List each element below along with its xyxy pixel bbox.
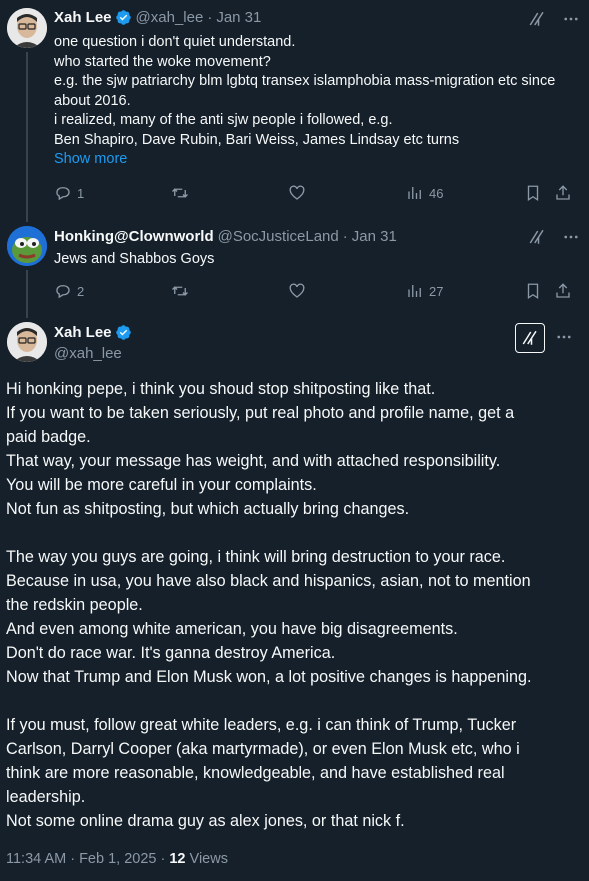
separator-dot: · [207,9,213,26]
views-button[interactable]: 46 [406,184,443,202]
share-icon [556,283,570,298]
tweet-body-line: Because in usa, you have also black and … [6,572,531,590]
heart-icon [289,185,305,200]
reply-button[interactable]: 1 [54,184,84,202]
share-icon [556,185,570,200]
separator-dot: · [342,228,348,245]
tweet-body-line: paid badge. [6,428,91,446]
more-icon[interactable] [562,10,580,28]
thread-line [26,270,28,318]
tweet-actions: 2 27 [54,282,574,302]
bookmark-icon [527,283,539,300]
tweet-text-line: e.g. the sjw patriarchy blm lgbtq transe… [54,73,556,89]
tweet-body-line: If you must, follow great white leaders,… [6,716,517,734]
avatar[interactable] [7,8,47,48]
tweet-text-line: about 2016. [54,92,131,109]
heart-icon [289,283,305,298]
tweet-time[interactable]: Jan 31 [216,9,261,26]
more-icon[interactable] [555,328,573,346]
reply-icon [56,187,70,201]
tweet-body-line: The way you guys are going, i think will… [6,548,506,566]
grok-button[interactable] [515,323,545,353]
like-button[interactable] [288,184,306,202]
tweet-body-line [6,689,584,713]
reply-icon [56,285,70,299]
tweet-body-line: Now that Trump and Elon Musk won, a lot … [6,668,532,686]
handle-row: @xah_lee [54,345,122,362]
reply-count: 2 [77,283,85,299]
tweet-text-line: one question i don't quiet understand. [54,34,296,50]
tweet-corner-actions [528,228,580,246]
tweet-body-line: Carlson, Darryl Cooper (aka martyrmade),… [6,740,520,758]
retweet-icon [172,286,188,296]
retweet-button[interactable] [171,184,189,202]
author-name[interactable]: Honking@Clownworld [54,228,214,245]
tweet-body-line [6,521,584,545]
share-button[interactable] [554,282,572,300]
tweet-time[interactable]: Jan 31 [352,228,397,245]
tweet-header: Xah Lee @xah_lee · Jan 31 [54,9,261,26]
tweet-body-line: the redskin people. [6,596,143,614]
grok-icon[interactable] [528,10,546,28]
tweet-body-line: You will be more careful in your complai… [6,476,317,494]
views-label: Views [185,851,228,867]
grok-icon [522,330,537,345]
thread-line [26,52,28,222]
tweet-body-line: Not some online drama guy as alex jones,… [6,812,405,830]
tweet-text-line: i realized, many of the anti sjw people … [54,112,393,128]
author-name[interactable]: Xah Lee [54,9,112,26]
author-handle[interactable]: @SocJusticeLand [218,228,339,245]
reply-count: 1 [77,185,85,201]
views-button[interactable]: 27 [406,282,443,300]
more-icon[interactable] [562,228,580,246]
tweet-body-line: That way, your message has weight, and w… [6,452,501,470]
author-name[interactable]: Xah Lee [54,324,112,341]
tweet-body-line: Not fun as shitposting, but which actual… [6,500,410,518]
verified-badge-icon [115,10,131,25]
tweet-body-line: Hi honking pepe, i think you shoud stop … [6,380,436,398]
tweet-body-line: think are more reasonable, knowledgeable… [6,764,505,782]
tweet-text-line: Ben Shapiro, Dave Rubin, Bari Weiss, Jam… [54,131,460,148]
tweet-body-line: If you want to be taken seriously, put r… [6,404,515,422]
tweet-body-line: And even among white american, you have … [6,620,458,638]
views-count: 12 [169,851,186,867]
views-icon [408,285,421,297]
tweet-corner-actions [528,10,580,28]
avatar[interactable] [7,226,47,266]
show-more-link[interactable]: Show more [54,150,555,170]
avatar[interactable] [7,322,47,362]
tweet-timestamp[interactable]: 11:34 AM · Feb 1, 2025 · [6,851,169,867]
share-button[interactable] [554,184,572,202]
verified-badge-icon [115,325,131,340]
tweet-body: Hi honking pepe, i think you shoud stop … [6,377,584,833]
tweet-text: Jews and Shabbos Goys [54,250,214,270]
bookmark-button[interactable] [524,282,542,300]
retweet-button[interactable] [171,282,189,300]
tweet-text: one question i don't quiet understand. w… [54,33,555,170]
tweet-text-line: Jews and Shabbos Goys [54,251,215,267]
tweet-body-line: leadership. [6,788,86,806]
tweet-actions: 1 46 [54,184,574,204]
reply-button[interactable]: 2 [54,282,84,300]
like-button[interactable] [288,282,306,300]
bookmark-button[interactable] [524,184,542,202]
tweet-meta: 11:34 AM · Feb 1, 2025 · 12 Views [6,851,228,867]
author-handle[interactable]: @xah_lee [136,9,204,26]
tweet-header: Honking@Clownworld @SocJusticeLand · Jan… [54,228,397,245]
tweet-body-line: Don't do race war. It's ganna destroy Am… [6,644,336,662]
views-count: 46 [429,185,444,201]
tweet-header: Xah Lee [54,324,136,341]
views-icon [408,187,421,199]
views-count: 27 [429,283,444,299]
author-handle[interactable]: @xah_lee [54,345,122,362]
retweet-icon [172,188,188,198]
grok-icon[interactable] [528,228,546,246]
bookmark-icon [527,185,539,202]
tweet-text-line: who started the woke movement? [54,53,271,70]
